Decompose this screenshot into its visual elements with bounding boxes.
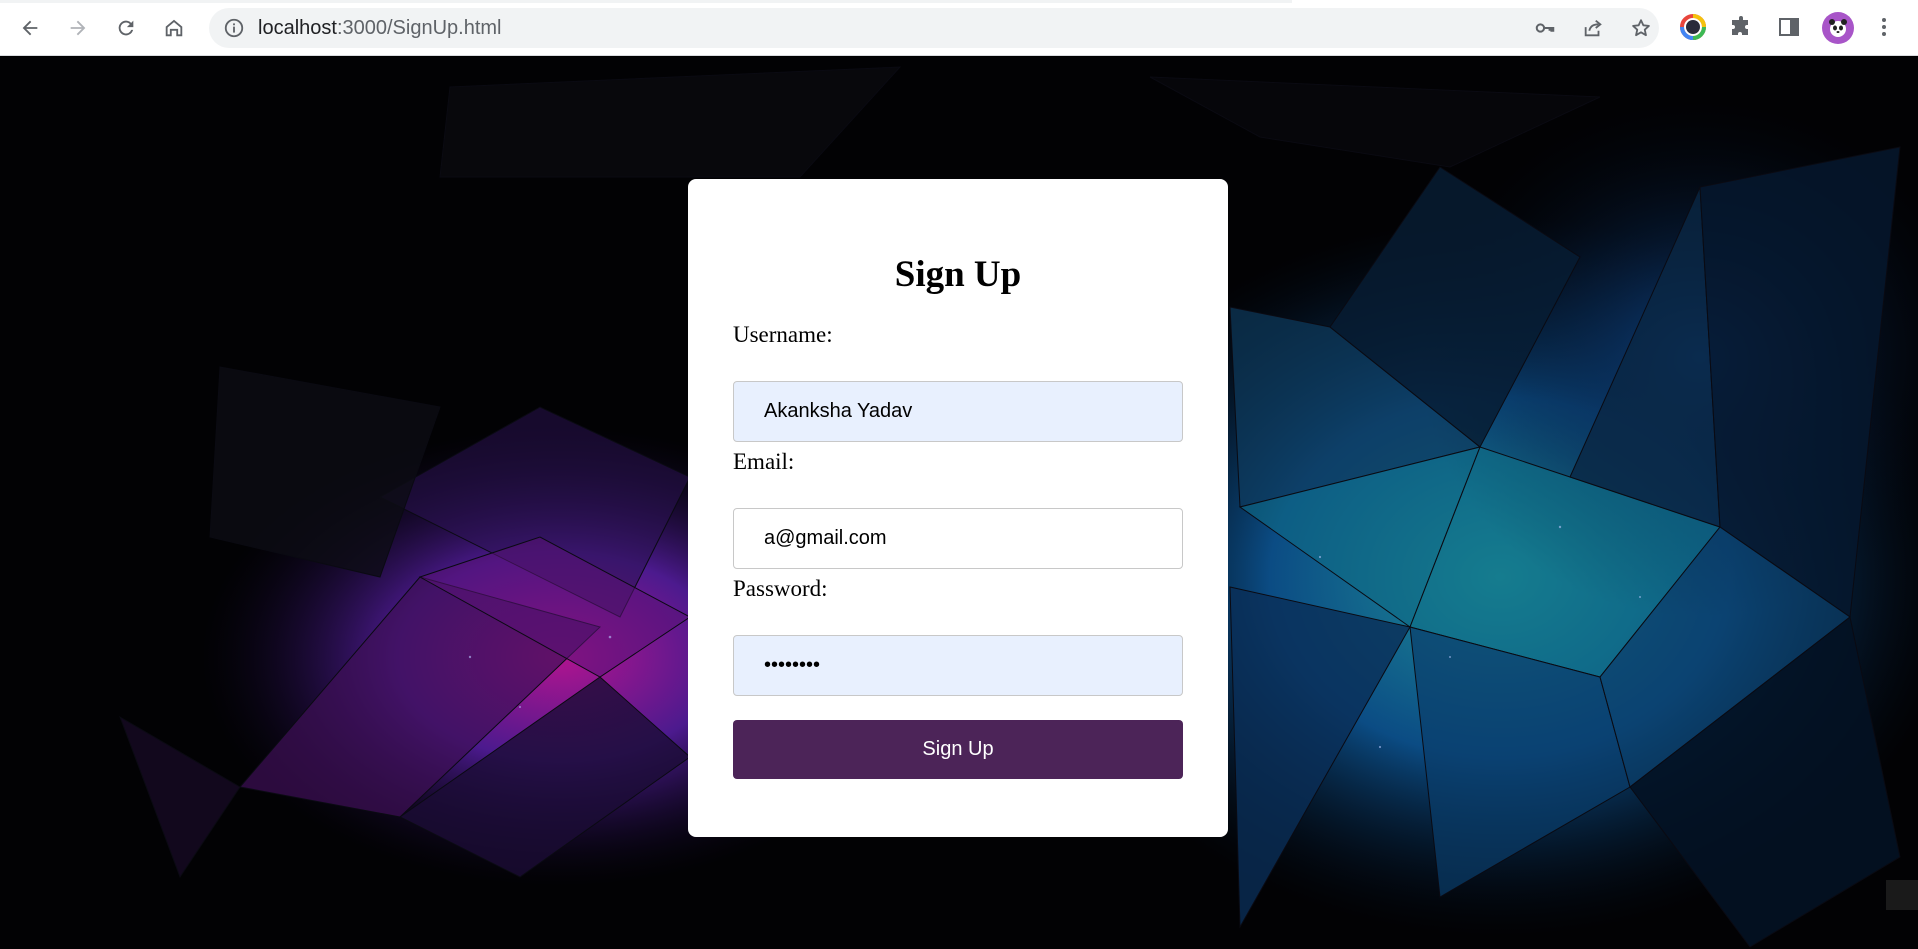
panda-avatar-icon bbox=[1829, 19, 1847, 37]
password-input[interactable] bbox=[733, 635, 1183, 696]
url-text[interactable]: localhost:3000/SignUp.html bbox=[258, 17, 501, 39]
side-panel-button[interactable] bbox=[1775, 13, 1803, 41]
home-icon bbox=[165, 19, 183, 37]
color-wheel-icon bbox=[1680, 14, 1706, 40]
forward-button[interactable] bbox=[62, 12, 94, 44]
extensions-button[interactable] bbox=[1727, 13, 1755, 41]
email-input[interactable] bbox=[733, 508, 1183, 569]
address-bar[interactable]: localhost:3000/SignUp.html bbox=[209, 8, 1659, 48]
color-extension-button[interactable] bbox=[1679, 13, 1707, 41]
key-icon[interactable] bbox=[1534, 17, 1556, 39]
signup-title: Sign Up bbox=[894, 254, 1022, 295]
page-viewport: Sign Up Username: Email: Password: Sign … bbox=[0, 57, 1918, 949]
signup-submit-button[interactable]: Sign Up bbox=[733, 720, 1183, 779]
share-icon[interactable] bbox=[1582, 17, 1604, 39]
reload-icon bbox=[118, 20, 134, 36]
puzzle-icon bbox=[1732, 16, 1748, 35]
email-label: Email: bbox=[733, 449, 795, 474]
side-panel-icon bbox=[1779, 18, 1799, 36]
username-input[interactable] bbox=[733, 381, 1183, 442]
back-arrow-icon bbox=[22, 20, 38, 36]
url-host: localhost bbox=[258, 17, 337, 39]
kebab-menu-icon bbox=[1882, 18, 1886, 36]
info-icon[interactable] bbox=[223, 17, 245, 39]
signup-card: Sign Up Username: Email: Password: Sign … bbox=[688, 179, 1228, 837]
password-label: Password: bbox=[733, 576, 828, 601]
loading-bar bbox=[0, 0, 1292, 3]
profile-avatar[interactable] bbox=[1822, 12, 1854, 44]
browser-toolbar: localhost:3000/SignUp.html bbox=[0, 0, 1918, 56]
screenshot-widget[interactable] bbox=[1886, 880, 1918, 910]
back-button[interactable] bbox=[14, 12, 46, 44]
star-icon[interactable] bbox=[1630, 17, 1652, 39]
browser-menu-button[interactable] bbox=[1870, 13, 1898, 41]
reload-button[interactable] bbox=[110, 12, 142, 44]
forward-arrow-icon bbox=[70, 20, 86, 36]
username-label: Username: bbox=[733, 322, 833, 347]
url-path: :3000/SignUp.html bbox=[336, 17, 502, 39]
home-button[interactable] bbox=[158, 12, 190, 44]
